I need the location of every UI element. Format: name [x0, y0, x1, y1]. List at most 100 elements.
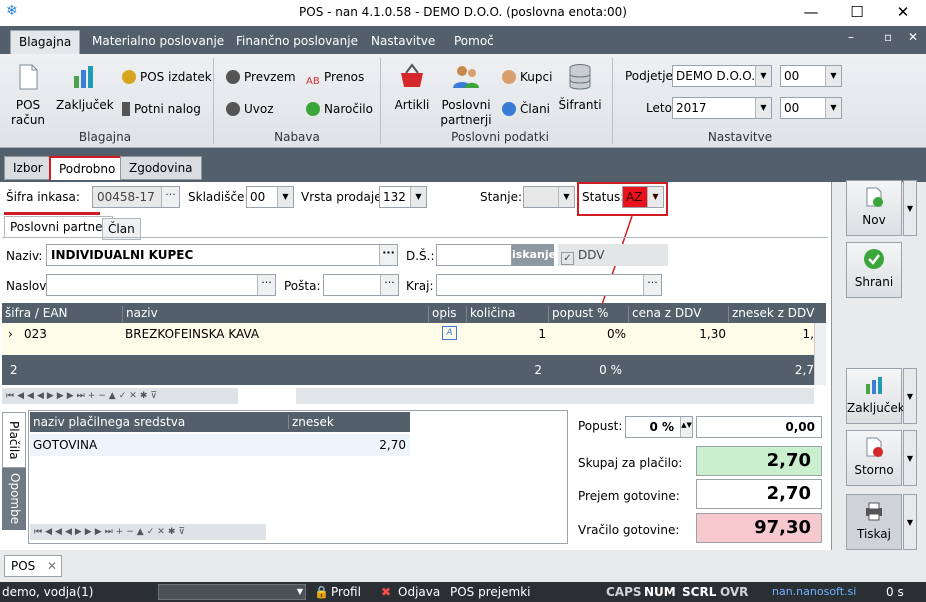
podjetje-code-select[interactable]: 00 ▼: [780, 65, 842, 87]
ddv-zavezanec-checkbox[interactable]: ✓DDV zavezanec: [558, 244, 668, 284]
tab-izbor[interactable]: Izbor: [4, 156, 52, 180]
tab-pomoc[interactable]: Pomoč: [446, 30, 502, 54]
col-znesek-placila[interactable]: znesek: [288, 415, 334, 429]
storno-button[interactable]: Storno: [846, 430, 902, 486]
close-icon[interactable]: ✕: [47, 556, 57, 576]
items-vertical-scrollbar[interactable]: [814, 323, 826, 385]
naziv-field[interactable]: INDIVIDUALNI KUPEC ···: [46, 244, 398, 266]
spin-icon[interactable]: ▲▼: [680, 417, 692, 437]
stanje-select[interactable]: ▼: [523, 186, 575, 208]
maximize-button[interactable]: ☐: [834, 0, 880, 26]
checkmark-icon: [864, 249, 884, 269]
popust-percent-field[interactable]: 0 % ▲▼: [625, 416, 693, 438]
vrsta-prodaje-select[interactable]: 132 ▼: [379, 186, 427, 208]
col-cena[interactable]: cena z DDV: [628, 306, 701, 322]
prenos-button[interactable]: AB Prenos: [306, 68, 365, 87]
sifra-inkasa-field[interactable]: 00458-17 ···: [92, 186, 180, 208]
col-popust[interactable]: popust %: [548, 306, 608, 322]
tab-poslovni-partner[interactable]: Poslovni partner: [4, 216, 114, 238]
chevron-down-icon[interactable]: ▼: [825, 98, 841, 118]
minimize-button[interactable]: —: [788, 0, 834, 26]
skladisce-select[interactable]: 00 ▼: [246, 186, 294, 208]
close-button[interactable]: ✕: [880, 0, 926, 26]
col-znesek[interactable]: znesek z DDV: [728, 306, 814, 322]
ds-field[interactable]: [436, 244, 512, 266]
ellipsis-icon[interactable]: ···: [161, 187, 179, 207]
pos-racun-button[interactable]: POS račun: [8, 62, 48, 128]
chevron-down-icon[interactable]: ▼: [297, 585, 303, 599]
zakljucek-ribbon-button[interactable]: Zaključek: [56, 62, 114, 113]
mdi-close-button[interactable]: ✕: [908, 30, 918, 44]
leto-select[interactable]: 2017 ▼: [672, 97, 772, 119]
ellipsis-icon[interactable]: ···: [643, 275, 661, 295]
tab-blagajna[interactable]: Blagajna: [10, 30, 81, 54]
pos-izdatek-button[interactable]: POS izdatek: [122, 68, 212, 86]
table-row[interactable]: GOTOVINA 2,70: [30, 434, 410, 456]
pos-prejemki-button[interactable]: POS prejemki: [450, 585, 530, 599]
col-sifra[interactable]: šifra / EAN: [2, 306, 68, 322]
popust-amount-field[interactable]: 0,00: [696, 416, 822, 438]
shrani-button[interactable]: Shrani: [846, 242, 902, 298]
kraj-field[interactable]: ···: [436, 274, 662, 296]
col-kolicina[interactable]: količina: [466, 306, 515, 322]
zakljucek-button[interactable]: Zaključek: [846, 368, 905, 424]
narocilo-button[interactable]: Naročilo: [306, 100, 373, 118]
items-navigator[interactable]: ⏮◀◀◀▶▶▶⏭+−▲✓✕✱⊽: [2, 388, 238, 404]
profil-button[interactable]: Profil: [331, 585, 361, 599]
prevzem-button[interactable]: Prevzem: [226, 68, 296, 86]
tab-materialno-poslovanje[interactable]: Materialno poslovanje: [84, 30, 232, 54]
posta-field[interactable]: ···: [323, 274, 399, 296]
zakljucek-dropdown[interactable]: ▼: [903, 368, 917, 424]
ribbon-separator: [612, 58, 613, 144]
ellipsis-icon[interactable]: ···: [379, 245, 397, 265]
chevron-down-icon[interactable]: ▼: [558, 187, 574, 207]
col-naziv-placilnega-sredstva[interactable]: naziv plačilnega sredstva: [33, 415, 185, 429]
poslovni-partnerji-button[interactable]: Poslovni partnerji: [438, 62, 494, 128]
clani-button[interactable]: Člani: [502, 100, 550, 118]
tab-nastavitve[interactable]: Nastavitve: [363, 30, 443, 54]
storno-dropdown[interactable]: ▼: [903, 430, 917, 486]
site-link[interactable]: nan.nanosoft.si: [772, 585, 856, 598]
col-naziv[interactable]: naziv: [122, 306, 158, 322]
artikli-button[interactable]: Artikli: [390, 62, 434, 113]
ellipsis-icon[interactable]: ···: [380, 275, 398, 295]
ellipsis-icon[interactable]: ···: [257, 275, 275, 295]
tiskaj-button[interactable]: Tiskaj: [846, 494, 902, 550]
col-opis[interactable]: opis: [428, 306, 457, 322]
status-combo[interactable]: ▼: [158, 584, 306, 600]
uvoz-button[interactable]: Uvoz: [226, 100, 274, 118]
tab-opombe[interactable]: Opombe: [2, 468, 26, 530]
chevron-down-icon[interactable]: ▼: [825, 66, 841, 86]
tab-placila[interactable]: Plačila: [2, 412, 26, 468]
leto-code-select[interactable]: 00 ▼: [780, 97, 842, 119]
prejem-gotovine-field[interactable]: 2,70: [696, 479, 822, 509]
mdi-restore-button[interactable]: ▫: [884, 30, 892, 44]
edit-icon[interactable]: A: [442, 326, 457, 340]
podjetje-select[interactable]: DEMO D.O.O. ▼: [672, 65, 772, 87]
tab-financno-poslovanje[interactable]: Finančno poslovanje: [228, 30, 366, 54]
nov-dropdown[interactable]: ▼: [903, 180, 917, 236]
naslov-field[interactable]: ···: [46, 274, 276, 296]
tab-pos-document[interactable]: POS ✕: [4, 555, 62, 577]
items-horizontal-scrollbar[interactable]: [296, 388, 814, 404]
kupci-button[interactable]: Kupci: [502, 68, 552, 86]
chevron-down-icon[interactable]: ▼: [755, 66, 771, 86]
sifranti-label: Šifranti: [558, 98, 602, 112]
nov-button[interactable]: Nov: [846, 180, 902, 236]
mdi-minimize-button[interactable]: –: [848, 30, 854, 44]
sifranti-button[interactable]: Šifranti: [558, 62, 602, 113]
potni-nalog-button[interactable]: Potni nalog: [122, 100, 201, 118]
tab-zgodovina[interactable]: Zgodovina: [120, 156, 202, 180]
chevron-down-icon[interactable]: ▼: [755, 98, 771, 118]
status-select[interactable]: AZ ▼: [622, 186, 664, 208]
odjava-button[interactable]: Odjava: [398, 585, 440, 599]
prenos-label: Prenos: [324, 70, 365, 84]
chevron-down-icon[interactable]: ▼: [647, 187, 663, 207]
chevron-down-icon[interactable]: ▼: [410, 187, 426, 207]
tiskaj-dropdown[interactable]: ▼: [903, 494, 917, 550]
payments-navigator[interactable]: ⏮◀◀◀▶▶▶⏭+−▲✓✕✱⊽: [30, 524, 266, 540]
iskanje-button[interactable]: iskanje: [512, 244, 556, 266]
tab-podrobno[interactable]: Podrobno: [49, 156, 126, 180]
table-row[interactable]: › 023 BREZKOFEINSKA KAVA A 1 0% 1,30 1,: [2, 323, 814, 345]
chevron-down-icon[interactable]: ▼: [277, 187, 293, 207]
